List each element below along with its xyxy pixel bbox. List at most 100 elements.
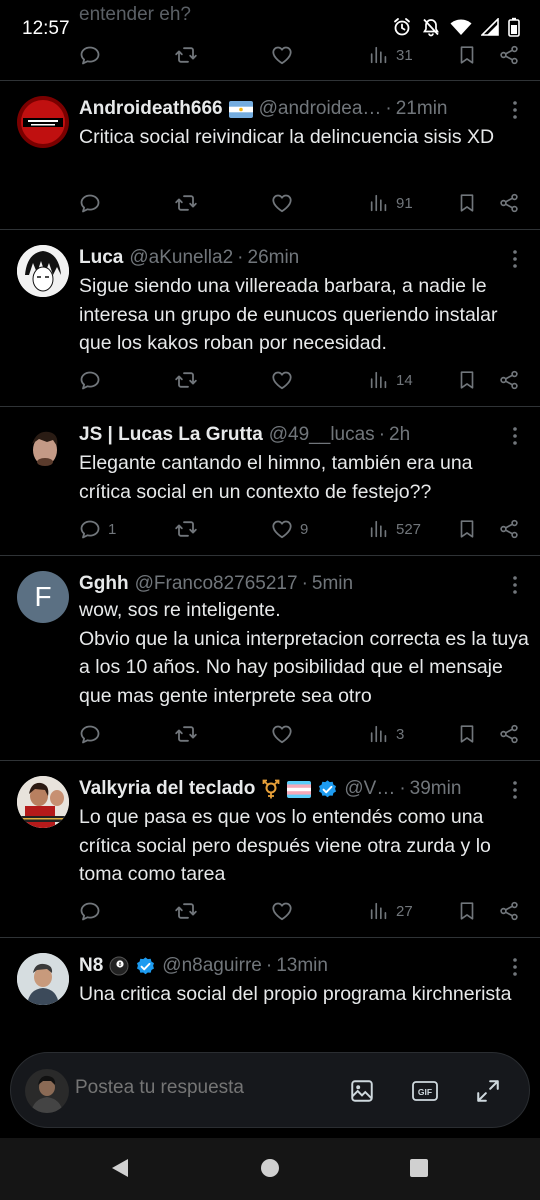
bookmark-button[interactable] [456,717,478,751]
reply-button[interactable] [78,717,102,751]
post-actions: 91 [0,186,540,220]
reply-input[interactable] [75,1077,315,1099]
views-count: 27 [396,902,413,920]
bar-chart-icon [368,723,390,745]
reply-button[interactable]: 1 [78,512,116,546]
bookmark-button[interactable] [456,512,478,546]
avatar-image [17,776,69,828]
display-name[interactable]: JS | Lucas La Grutta [79,424,263,446]
argentina-flag-icon [228,100,253,118]
avatar[interactable] [17,953,69,1005]
more-options-button[interactable] [512,100,518,120]
avatar[interactable] [17,776,69,828]
user-avatar[interactable] [25,1069,69,1113]
repost-button[interactable] [174,186,198,220]
separator-dot: · [301,573,308,594]
share-button[interactable] [498,512,520,546]
post-header: N8 8 @n8aguirre · 13min [79,953,500,979]
avatar[interactable] [17,245,69,297]
user-handle[interactable]: @n8aguirre [162,955,262,977]
reply-icon [78,191,102,215]
like-button[interactable] [270,894,294,928]
post-actions: 27 [0,894,540,928]
more-options-button[interactable] [512,957,518,977]
post-time[interactable]: 39min [410,778,462,800]
repost-icon [174,722,198,746]
signal-icon [481,18,499,36]
bookmark-button[interactable] [456,363,478,397]
post-text: Lo que pasa es que vos lo entendés como … [79,806,491,885]
back-icon[interactable] [108,1156,132,1180]
user-handle[interactable]: @aKunella2 [129,247,233,269]
post-text: Sigue siendo una villereada barbara, a n… [79,275,498,354]
avatar[interactable] [17,96,69,148]
user-handle[interactable]: @V… [344,778,395,800]
avatar[interactable] [17,422,69,474]
user-handle[interactable]: @androidea… [259,98,382,120]
avatar[interactable]: F [17,571,69,623]
views-count: 3 [396,725,405,743]
share-icon [498,192,520,214]
like-button[interactable]: 9 [270,512,308,546]
home-icon[interactable] [258,1156,282,1180]
recents-icon[interactable] [407,1156,431,1180]
repost-button[interactable] [174,717,198,751]
repost-button[interactable] [174,894,198,928]
views-button[interactable]: 91 [368,186,413,220]
share-icon [498,900,520,922]
post-time[interactable]: 21min [396,98,448,120]
heart-icon [270,899,294,923]
svg-text:8: 8 [119,962,122,968]
heart-icon [270,517,294,541]
post-text: Una critica social del propio programa k… [79,983,512,1005]
views-button[interactable]: 27 [368,894,413,928]
bookmark-button[interactable] [456,894,478,928]
separator-dot: · [385,98,392,119]
more-options-button[interactable] [512,780,518,800]
display-name[interactable]: N8 [79,955,103,977]
post-time[interactable]: 5min [312,573,353,595]
user-handle[interactable]: @49__lucas [269,424,375,446]
repost-button[interactable] [174,363,198,397]
share-button[interactable] [498,363,520,397]
avatar-image [17,422,69,474]
reply-button[interactable] [78,363,102,397]
like-button[interactable] [270,717,294,751]
like-button[interactable] [270,363,294,397]
post-time[interactable]: 2h [389,424,410,446]
reply-button[interactable] [78,894,102,928]
separator-dot: · [399,778,406,799]
post-time[interactable]: 26min [248,247,300,269]
views-button[interactable]: 14 [368,363,413,397]
share-button[interactable] [498,186,520,220]
views-button[interactable]: 527 [368,512,421,546]
views-button[interactable]: 3 [368,717,404,751]
expand-icon[interactable] [475,1078,501,1104]
bookmark-icon [456,518,478,540]
like-button[interactable] [270,186,294,220]
display-name[interactable]: Gghh [79,573,129,595]
post-header: JS | Lucas La Grutta @49__lucas · 2h [79,422,500,448]
repost-button[interactable] [174,512,198,546]
more-options-button[interactable] [512,426,518,446]
image-icon[interactable] [349,1078,375,1104]
reply-icon [78,368,102,392]
display-name[interactable]: Luca [79,247,123,269]
more-icon [512,426,518,446]
display-name[interactable]: Valkyria del teclado [79,778,255,800]
reply-button[interactable] [78,186,102,220]
divider [0,937,540,938]
gif-icon[interactable]: GIF [411,1078,439,1104]
display-name[interactable]: Androideath666 [79,98,223,120]
share-button[interactable] [498,717,520,751]
more-options-button[interactable] [512,249,518,269]
post-time[interactable]: 13min [276,955,328,977]
reply-icon [78,722,102,746]
bookmark-button[interactable] [456,186,478,220]
more-options-button[interactable] [512,575,518,595]
user-handle[interactable]: @Franco82765217 [135,573,298,595]
divider [0,229,540,230]
share-button[interactable] [498,894,520,928]
battery-icon [508,17,520,37]
repost-icon [174,368,198,392]
